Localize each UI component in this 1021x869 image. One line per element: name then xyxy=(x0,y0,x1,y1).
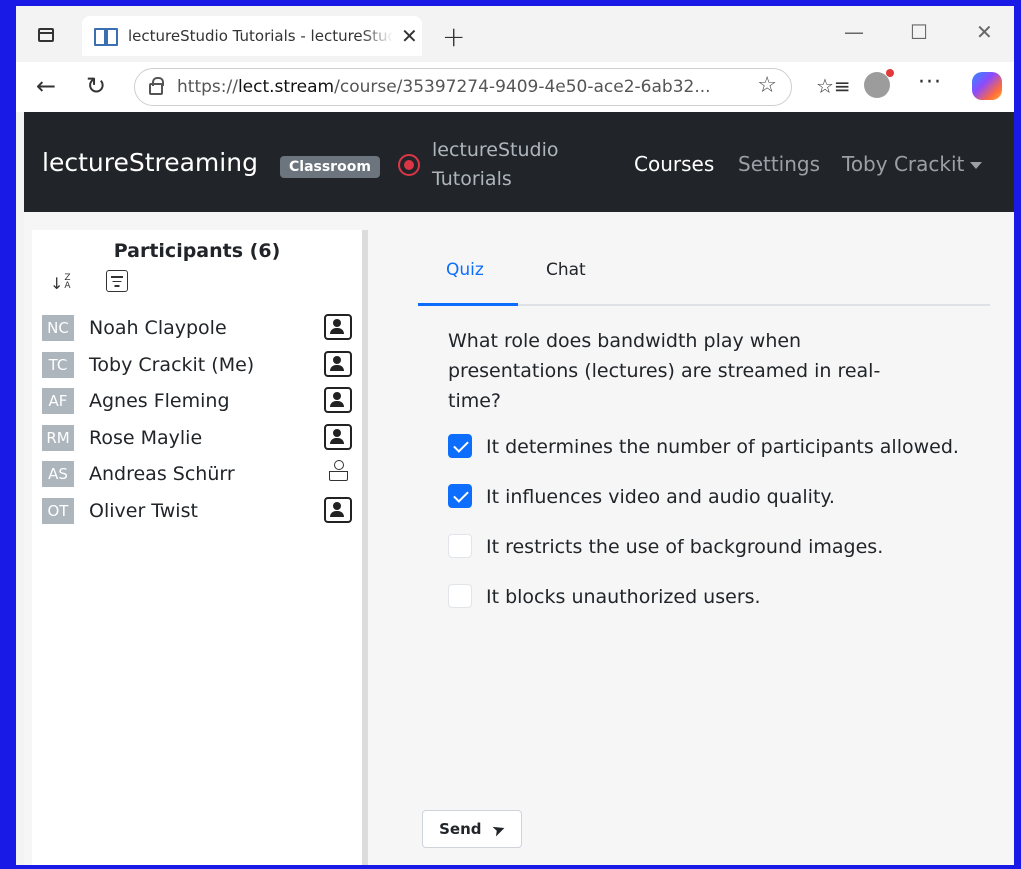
profile-icon[interactable] xyxy=(864,69,894,98)
participant-status xyxy=(324,387,352,413)
option-checkbox[interactable] xyxy=(448,534,472,558)
classroom-badge: Classroom xyxy=(280,156,380,178)
quiz-option[interactable]: It restricts the use of background image… xyxy=(448,532,988,562)
participant-name: Toby Crackit (Me) xyxy=(89,353,255,376)
participant-item: TC Toby Crackit (Me) xyxy=(42,347,358,384)
participants-title: Participants (6) xyxy=(113,240,281,262)
sort-alpha-icon[interactable]: ↓Z A xyxy=(50,274,71,294)
panel-divider[interactable] xyxy=(362,230,368,865)
participant-item: OT Oliver Twist xyxy=(42,493,358,530)
participant-name: Agnes Fleming xyxy=(89,390,230,413)
screen-share-icon xyxy=(324,314,352,340)
quiz-option[interactable]: It blocks unauthorized users. xyxy=(448,582,988,612)
screen-share-icon xyxy=(324,387,352,413)
quiz-chat-tabs: Quiz Chat xyxy=(418,254,990,306)
plus-icon[interactable]: + xyxy=(442,20,465,53)
participant-item: NC Noah Claypole xyxy=(42,310,358,347)
browser-tab[interactable]: lectureStudio Tutorials - lectureStudio … xyxy=(82,16,422,56)
participant-status xyxy=(324,496,352,523)
copilot-icon[interactable] xyxy=(972,72,1002,100)
screen-share-icon xyxy=(324,350,352,377)
avatar: TC xyxy=(42,351,74,378)
send-icon: ➤ xyxy=(488,817,508,841)
app-navbar: lectureStreaming Classroom lectureStudio… xyxy=(24,112,1014,212)
participant-name: Noah Claypole xyxy=(89,317,227,340)
option-checkbox[interactable] xyxy=(448,584,472,608)
favorites-icon[interactable]: ☆≡ xyxy=(816,74,851,98)
participant-item: AS Andreas Schürr xyxy=(42,456,358,493)
url-field[interactable]: https://lect.stream/course/35397274-9409… xyxy=(134,68,792,106)
participant-name: Rose Maylie xyxy=(89,426,203,449)
participant-item: AF Agnes Fleming xyxy=(42,383,358,420)
back-arrow-icon[interactable]: ← xyxy=(36,72,56,100)
user-menu[interactable]: Toby Crackit xyxy=(842,152,983,176)
avatar: AS xyxy=(42,461,74,488)
option-label: It influences video and audio quality. xyxy=(486,486,835,508)
participant-name: Oliver Twist xyxy=(89,499,198,522)
more-icon[interactable]: ··· xyxy=(918,70,942,95)
quiz-option[interactable]: It determines the number of participants… xyxy=(448,432,988,462)
option-label: It blocks unauthorized users. xyxy=(486,586,761,608)
option-label: It restricts the use of background image… xyxy=(486,536,884,558)
participant-item: RM Rose Maylie xyxy=(42,420,358,457)
send-button[interactable]: Send ➤ xyxy=(422,810,522,848)
user-name: Toby Crackit xyxy=(842,152,965,176)
avatar: OT xyxy=(42,497,74,524)
screenshot-frame: lectureStudio Tutorials - lectureStudio … xyxy=(0,0,1021,869)
participant-name: Andreas Schürr xyxy=(89,463,235,486)
quiz-options: It determines the number of participants… xyxy=(448,432,988,632)
avatar: NC xyxy=(42,315,74,342)
star-icon[interactable]: ☆ xyxy=(757,73,777,98)
lock-icon[interactable] xyxy=(149,77,164,95)
avatar: RM xyxy=(42,424,74,451)
book-icon xyxy=(94,28,118,46)
quiz-option[interactable]: It influences video and audio quality. xyxy=(448,482,988,512)
brand-link[interactable]: lectureStreaming xyxy=(42,148,258,177)
reload-icon[interactable]: ↻ xyxy=(86,72,106,100)
quiz-panel: Quiz Chat What role does bandwidth play … xyxy=(382,212,1014,865)
participant-status xyxy=(327,460,352,482)
tab-chat[interactable]: Chat xyxy=(538,260,594,306)
send-label: Send xyxy=(439,820,482,838)
filter-icon[interactable] xyxy=(106,270,128,292)
presenter-icon xyxy=(327,460,349,482)
nav-courses[interactable]: Courses xyxy=(634,152,714,176)
quiz-question: What role does bandwidth play when prese… xyxy=(448,330,881,412)
minimize-icon[interactable]: — xyxy=(844,20,864,44)
participant-status xyxy=(324,423,352,450)
participant-status xyxy=(324,350,352,377)
option-checkbox[interactable] xyxy=(448,484,472,508)
course-title: lectureStudio Tutorials xyxy=(432,139,559,190)
tab-actions-icon[interactable] xyxy=(38,28,54,42)
browser-address-bar: ← ↻ https://lect.stream/course/35397274-… xyxy=(16,62,1014,112)
participant-list: NC Noah Claypole TC Toby Crackit (Me) AF… xyxy=(42,310,358,529)
close-window-icon[interactable]: ✕ xyxy=(976,20,993,44)
screen-share-icon xyxy=(324,496,352,523)
browser-tab-bar: lectureStudio Tutorials - lectureStudio … xyxy=(16,6,1014,62)
participant-status xyxy=(324,314,352,340)
main-content: Participants (6) ↓Z A NC Noah Claypole TC… xyxy=(24,212,1014,865)
nav-settings[interactable]: Settings xyxy=(738,152,820,176)
screen-share-icon xyxy=(324,423,352,450)
participants-panel: Participants (6) ↓Z A NC Noah Claypole TC… xyxy=(32,230,362,865)
close-icon[interactable]: ✕ xyxy=(401,24,418,48)
option-checkbox[interactable] xyxy=(448,434,472,458)
tab-title: lectureStudio Tutorials - lectureStudio xyxy=(128,27,393,45)
tab-quiz[interactable]: Quiz xyxy=(418,260,518,306)
record-icon xyxy=(398,154,420,176)
maximize-icon[interactable]: ☐ xyxy=(910,20,928,44)
url-text: https://lect.stream/course/35397274-9409… xyxy=(177,77,711,97)
option-label: It determines the number of participants… xyxy=(486,436,959,458)
caret-down-icon xyxy=(970,162,983,169)
avatar: AF xyxy=(42,388,74,415)
